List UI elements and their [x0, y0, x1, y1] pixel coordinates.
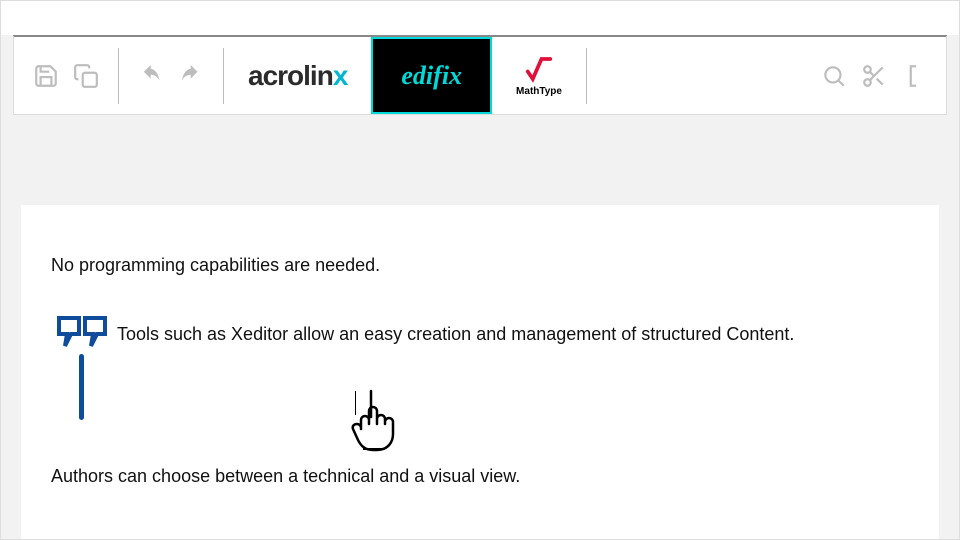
redo-icon: [178, 63, 204, 89]
save-button[interactable]: [26, 56, 66, 96]
acrolinx-logo: acrolinx: [248, 60, 347, 92]
mathtype-label: MathType: [516, 86, 562, 97]
toolbar-group-file: [14, 37, 118, 114]
toolbar-spacer: [587, 37, 802, 114]
toolbar: acrolinx edifix MathType: [13, 35, 947, 115]
copy-button[interactable]: [66, 56, 106, 96]
toolbar-group-history: [119, 37, 223, 114]
mathtype-icon: [524, 54, 554, 84]
search-icon: [821, 63, 847, 89]
paragraph: No programming capabilities are needed.: [51, 255, 909, 276]
quote-text: Tools such as Xeditor allow an easy crea…: [117, 316, 794, 354]
edifix-logo: edifix: [401, 61, 462, 91]
undo-icon: [138, 63, 164, 89]
bracket-button[interactable]: [894, 56, 934, 96]
quote-bar: [79, 354, 84, 420]
redo-button[interactable]: [171, 56, 211, 96]
save-icon: [33, 63, 59, 89]
copy-icon: [73, 63, 99, 89]
quote-indicator: [51, 316, 117, 420]
scissors-icon: [861, 63, 887, 89]
brand-acrolinx-button[interactable]: acrolinx: [224, 37, 371, 114]
bracket-icon: [901, 63, 927, 89]
paragraph: Authors can choose between a technical a…: [51, 466, 909, 487]
app-frame: acrolinx edifix MathType No programming …: [0, 0, 960, 540]
blockquote: Tools such as Xeditor allow an easy crea…: [51, 316, 909, 420]
text-caret: [355, 391, 356, 415]
cut-button[interactable]: [854, 56, 894, 96]
undo-button[interactable]: [131, 56, 171, 96]
quote-icon: [57, 316, 109, 348]
toolbar-group-tools: [802, 37, 946, 114]
brand-mathtype-button[interactable]: MathType: [492, 37, 586, 114]
search-button[interactable]: [814, 56, 854, 96]
editor-content[interactable]: No programming capabilities are needed. …: [21, 205, 939, 539]
brand-edifix-button[interactable]: edifix: [371, 37, 492, 114]
